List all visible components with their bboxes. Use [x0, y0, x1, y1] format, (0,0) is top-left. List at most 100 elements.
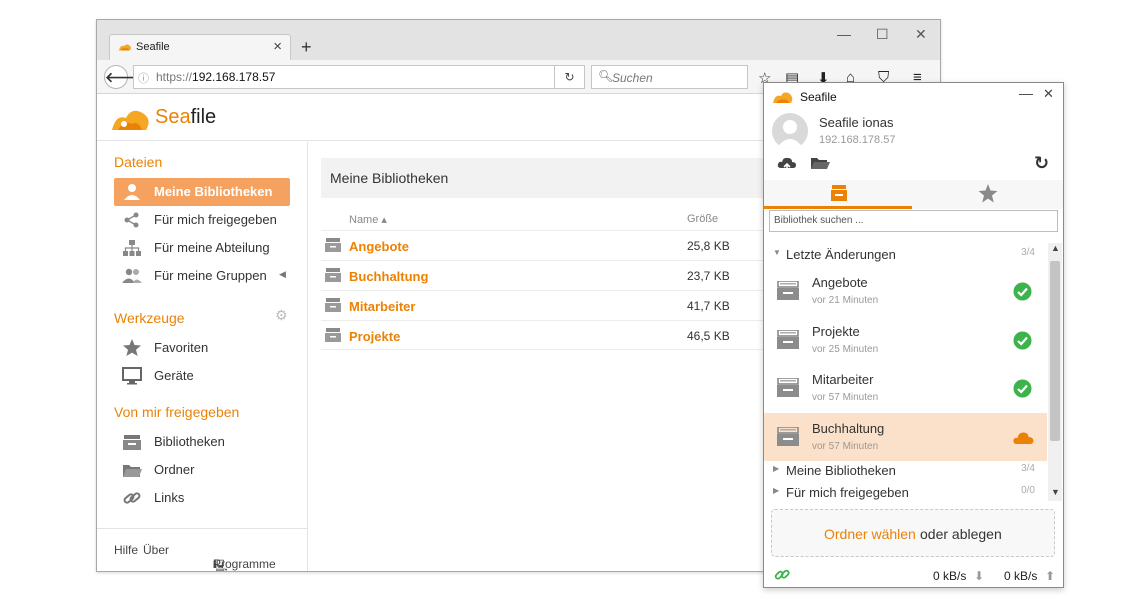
client-tabs: [764, 180, 1063, 209]
tab-libraries-icon[interactable]: [830, 184, 848, 202]
expand-triangle-icon: ▶: [773, 486, 780, 495]
share-link-icon[interactable]: [774, 567, 790, 583]
maximize-icon[interactable]: ☐: [876, 26, 889, 43]
monitor-icon: [122, 367, 142, 385]
library-icon: [777, 378, 799, 397]
column-header-size[interactable]: Größe: [687, 213, 718, 225]
tab-close-icon[interactable]: ×: [273, 38, 282, 55]
active-tab-indicator: [764, 206, 912, 209]
url-field[interactable]: ⓘ https://192.168.178.57: [133, 65, 585, 89]
refresh-icon[interactable]: ↻: [1034, 153, 1049, 174]
avatar-person-icon: [776, 120, 804, 149]
folder-icon: [123, 465, 142, 477]
sidebar-item-shared-with-me[interactable]: Für mich freigegeben: [114, 206, 290, 234]
cloud-upload-icon[interactable]: [777, 155, 797, 173]
library-icon: [325, 238, 341, 252]
list-item[interactable]: Projekte vor 25 Minuten: [764, 316, 1047, 364]
sidebar-item-links[interactable]: Links: [114, 484, 290, 512]
avatar[interactable]: [772, 113, 808, 149]
synced-check-icon: [1013, 282, 1032, 301]
seafile-favicon-icon: [118, 44, 131, 51]
scroll-thumb[interactable]: [1050, 261, 1060, 441]
user-host: 192.168.178.57: [819, 134, 896, 146]
org-chart-icon: [123, 240, 141, 256]
library-icon: [777, 281, 799, 300]
seafile-logo-icon: [773, 92, 793, 103]
sidebar: Dateien Meine Bibliotheken Für mich frei…: [97, 142, 308, 571]
new-tab-icon[interactable]: +: [301, 37, 312, 58]
library-icon: [777, 330, 799, 349]
choose-folder-link[interactable]: Ordner wählen: [824, 526, 916, 542]
sidebar-item-department[interactable]: Für meine Abteilung: [114, 234, 290, 262]
browser-titlebar: Seafile × + — ☐ ✕: [97, 20, 940, 61]
list-item[interactable]: Angebote vor 21 Minuten: [764, 267, 1047, 315]
star-icon: [123, 339, 141, 356]
library-icon: [325, 298, 341, 312]
main-title-bar: Meine Bibliotheken: [321, 158, 766, 198]
sidebar-item-my-libraries[interactable]: Meine Bibliotheken: [114, 178, 290, 206]
synced-check-icon: [1013, 379, 1032, 398]
sidebar-footer: Hilfe Über 🖳 Programme: [97, 528, 308, 571]
share-icon: [124, 212, 139, 228]
client-minimize-icon[interactable]: —: [1019, 85, 1033, 101]
sidebar-item-shared-libraries[interactable]: Bibliotheken: [114, 428, 290, 456]
table-row[interactable]: Angebote 25,8 KB: [321, 230, 766, 260]
client-footer: 0 kB/s ⬇ 0 kB/s ⬆: [764, 563, 1063, 587]
table-row[interactable]: Buchhaltung 23,7 KB: [321, 260, 766, 290]
section-shared-with-me[interactable]: ▶ Für mich freigegeben 0/0: [764, 483, 1047, 503]
client-close-icon[interactable]: ✕: [1043, 86, 1054, 102]
scroll-down-icon[interactable]: ▼: [1051, 487, 1060, 497]
seafile-client-window: Seafile — ✕ Seafile ionas 192.168.178.57…: [763, 82, 1064, 588]
info-icon[interactable]: ⓘ: [138, 70, 149, 86]
link-icon: [123, 492, 141, 504]
close-window-icon[interactable]: ✕: [915, 26, 927, 43]
sidebar-item-favorites[interactable]: Favoriten: [114, 334, 290, 362]
page-title: Meine Bibliotheken: [330, 170, 449, 186]
help-link[interactable]: Hilfe: [114, 543, 138, 557]
or-drop-text: oder ablegen: [920, 526, 1002, 542]
user-name: Seafile ionas: [819, 115, 894, 130]
reload-button[interactable]: ↻: [554, 65, 585, 89]
upload-arrow-icon: ⬆: [1045, 569, 1056, 583]
library-icon: [325, 268, 341, 282]
column-header-name[interactable]: Name ▴: [349, 213, 387, 226]
search-icon: 🔍︎: [598, 69, 614, 83]
browser-tab[interactable]: Seafile ×: [109, 34, 291, 61]
table-row[interactable]: Projekte 46,5 KB: [321, 320, 766, 350]
settings-gear-icon[interactable]: ⚙: [275, 307, 288, 324]
collapse-triangle-icon: ▼: [773, 248, 781, 257]
section-recent-changes[interactable]: ▼ Letzte Änderungen 3/4: [764, 245, 1047, 265]
minimize-icon[interactable]: —: [837, 26, 851, 42]
tools-header: Werkzeuge: [114, 310, 185, 326]
library-search-input[interactable]: Bibliothek suchen ...: [769, 210, 1058, 232]
scroll-up-icon[interactable]: ▲: [1051, 243, 1060, 253]
library-icon: [325, 328, 341, 342]
about-link[interactable]: Über: [143, 543, 169, 557]
library-icon: [123, 435, 141, 450]
tab-starred-icon[interactable]: [978, 184, 998, 203]
url-text: https://192.168.178.57: [156, 70, 276, 84]
user-icon: [124, 184, 140, 200]
expand-arrow-icon[interactable]: ◀: [279, 269, 286, 280]
download-speed: 0 kB/s: [933, 569, 967, 583]
back-button[interactable]: 🡐: [104, 65, 143, 89]
expand-triangle-icon: ▶: [773, 464, 780, 473]
section-my-libraries[interactable]: ▶ Meine Bibliotheken 3/4: [764, 461, 1047, 481]
cloud-icon: [1013, 432, 1034, 444]
files-header: Dateien: [114, 154, 163, 170]
sidebar-item-groups[interactable]: Für meine Gruppen ◀: [114, 262, 290, 290]
sidebar-item-shared-folders[interactable]: Ordner: [114, 456, 290, 484]
upload-speed: 0 kB/s: [1004, 569, 1038, 583]
synced-check-icon: [1013, 331, 1032, 350]
browser-search-input[interactable]: 🔍︎ Suchen: [591, 65, 748, 89]
seafile-logo-icon[interactable]: [110, 104, 152, 132]
open-folder-icon[interactable]: [810, 156, 830, 171]
sidebar-item-devices[interactable]: Geräte: [114, 362, 290, 390]
download-arrow-icon: ⬇: [974, 569, 985, 583]
list-item[interactable]: Buchhaltung vor 57 Minuten: [764, 413, 1047, 461]
list-scrollbar[interactable]: ▲ ▼: [1048, 243, 1062, 501]
folder-drop-zone[interactable]: Ordner wählen oder ablegen: [771, 509, 1055, 557]
list-item[interactable]: Mitarbeiter vor 57 Minuten: [764, 364, 1047, 412]
library-icon: [777, 427, 799, 446]
table-row[interactable]: Mitarbeiter 41,7 KB: [321, 290, 766, 320]
